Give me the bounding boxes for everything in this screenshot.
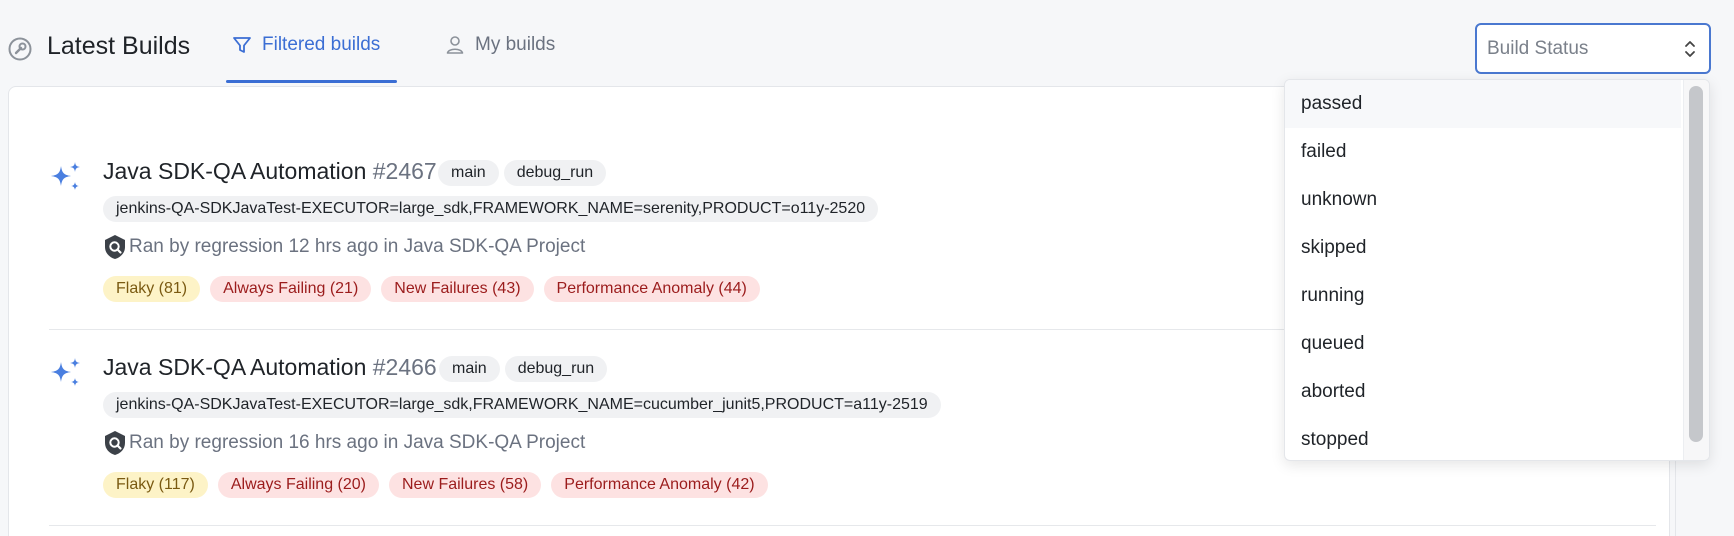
status-option-failed[interactable]: failed — [1285, 128, 1681, 176]
branch-chips: main debug_run — [438, 160, 607, 186]
build-number: #2467 — [372, 158, 437, 184]
ran-by: Ran by regression 12 hrs ago in Java SDK… — [103, 234, 585, 260]
tag-new-failures[interactable]: New Failures (43) — [381, 276, 534, 302]
branch-chip: debug_run — [504, 356, 608, 382]
tag-new-failures[interactable]: New Failures (58) — [389, 472, 542, 498]
tag-flaky[interactable]: Flaky (117) — [103, 472, 208, 498]
build-params-chip: jenkins-QA-SDKJavaTest-EXECUTOR=large_sd… — [103, 196, 879, 222]
build-status-select[interactable]: Build Status — [1475, 23, 1711, 74]
header: Latest Builds Filtered builds My builds … — [0, 0, 1734, 86]
ran-by-text: Ran by regression 12 hrs ago in Java SDK… — [129, 236, 586, 257]
status-option-aborted[interactable]: aborted — [1285, 368, 1681, 416]
status-option-running[interactable]: running — [1285, 272, 1681, 320]
shield-search-icon — [105, 431, 125, 455]
build-params-chip: jenkins-QA-SDKJavaTest-EXECUTOR=large_sd… — [103, 392, 941, 418]
status-option-stopped[interactable]: stopped — [1285, 416, 1681, 460]
tag-flaky[interactable]: Flaky (81) — [103, 276, 201, 302]
build-status-dropdown: passed failed unknown skipped running qu… — [1284, 79, 1710, 461]
tab-my-builds[interactable]: My builds — [445, 34, 555, 56]
build-title[interactable]: Java SDK-QA Automation #2467 — [103, 158, 437, 185]
sparkle-icon — [51, 162, 80, 190]
status-option-queued[interactable]: queued — [1285, 320, 1681, 368]
status-option-passed[interactable]: passed — [1285, 80, 1681, 128]
ran-by: Ran by regression 16 hrs ago in Java SDK… — [103, 430, 585, 456]
status-option-unknown[interactable]: unknown — [1285, 176, 1681, 224]
page-title: Latest Builds — [47, 32, 191, 60]
build-name: Java SDK-QA Automation — [103, 354, 367, 380]
build-tags: Flaky (81) Always Failing (21) New Failu… — [103, 276, 760, 302]
branch-chips: main debug_run — [439, 356, 608, 382]
tab-filtered-builds[interactable]: Filtered builds — [232, 34, 380, 56]
tag-always-failing[interactable]: Always Failing (20) — [217, 472, 379, 498]
ran-by-text: Ran by regression 16 hrs ago in Java SDK… — [129, 432, 586, 453]
tab-label: Filtered builds — [262, 34, 381, 55]
build-name: Java SDK-QA Automation — [103, 158, 367, 184]
tag-always-failing[interactable]: Always Failing (21) — [210, 276, 372, 302]
shield-search-icon — [105, 235, 125, 259]
build-number: #2466 — [372, 354, 437, 380]
scrollbar-thumb[interactable] — [1689, 86, 1703, 442]
tag-performance-anomaly[interactable]: Performance Anomaly (42) — [551, 472, 768, 498]
build-tags: Flaky (117) Always Failing (20) New Fail… — [103, 472, 768, 498]
build-title[interactable]: Java SDK-QA Automation #2466 — [103, 354, 437, 381]
tab-label: My builds — [475, 34, 556, 55]
sparkle-icon — [51, 358, 80, 386]
user-icon — [446, 36, 464, 54]
select-placeholder: Build Status — [1487, 37, 1589, 59]
branch-chip: main — [439, 356, 500, 382]
wrench-circle-icon — [8, 37, 32, 61]
chevron-up-down-icon — [1685, 41, 1695, 57]
dropdown-scrollbar[interactable] — [1683, 80, 1709, 460]
status-option-skipped[interactable]: skipped — [1285, 224, 1681, 272]
tag-performance-anomaly[interactable]: Performance Anomaly (44) — [543, 276, 760, 302]
branch-chip: main — [438, 160, 499, 186]
branch-chip: debug_run — [503, 160, 607, 186]
active-tab-indicator — [226, 80, 397, 83]
filter-icon — [233, 37, 251, 53]
